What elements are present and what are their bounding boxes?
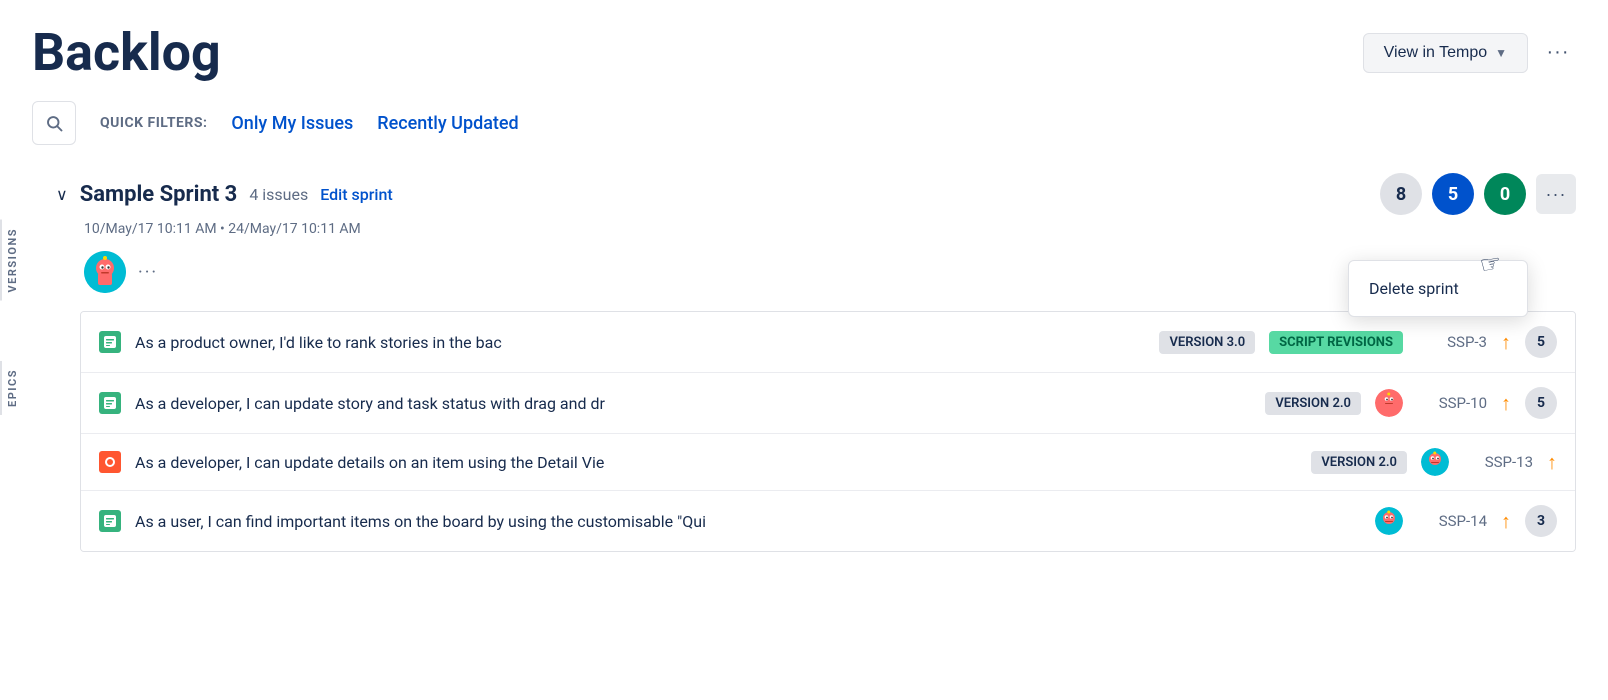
epics-label: EPICS: [0, 361, 23, 415]
table-row[interactable]: As a developer, I can update story and t…: [81, 373, 1575, 434]
issues-table: As a product owner, I'd like to rank sto…: [80, 311, 1576, 552]
avatar[interactable]: [84, 251, 126, 293]
avatar: [1421, 448, 1449, 476]
table-row[interactable]: As a user, I can find important items on…: [81, 491, 1575, 551]
recently-updated-filter[interactable]: Recently Updated: [377, 113, 518, 134]
issue-summary: As a developer, I can update details on …: [135, 453, 1297, 472]
issue-id: SSP-13: [1463, 453, 1533, 471]
quick-filters-label: QUICK FILTERS:: [100, 115, 207, 131]
avatar: [1375, 507, 1403, 535]
priority-icon: ↑: [1501, 509, 1511, 534]
sprint-name: Sample Sprint 3: [80, 182, 238, 207]
issue-summary: As a developer, I can update story and t…: [135, 394, 1251, 413]
view-in-tempo-button[interactable]: View in Tempo ▼: [1363, 33, 1528, 73]
header-actions: View in Tempo ▼ ···: [1363, 33, 1576, 73]
filters-row: QUICK FILTERS: Only My Issues Recently U…: [32, 101, 1576, 145]
priority-icon: ↑: [1501, 391, 1511, 416]
issue-id: SSP-3: [1417, 333, 1487, 351]
story-icon-svg: [103, 335, 117, 349]
search-icon: [45, 114, 63, 132]
header-row: Backlog View in Tempo ▼ ···: [32, 24, 1576, 81]
version-badge[interactable]: VERSION 2.0: [1311, 451, 1407, 474]
more-options-dots[interactable]: ···: [138, 262, 158, 283]
sprint-badge-gray: 8: [1380, 173, 1422, 215]
issue-type-bug-icon: [99, 451, 121, 473]
sprint-header-left: ∨ Sample Sprint 3 4 issues Edit sprint: [56, 182, 393, 207]
sprint-more-button[interactable]: ···: [1536, 174, 1576, 214]
main-container: VERSIONS EPICS Backlog View in Tempo ▼ ·…: [0, 0, 1608, 552]
view-in-tempo-label: View in Tempo: [1384, 44, 1487, 62]
sprint-section: ∨ Sample Sprint 3 4 issues Edit sprint 8…: [56, 173, 1576, 552]
avatar-small-teal: [1421, 448, 1449, 476]
table-row[interactable]: As a developer, I can update details on …: [81, 434, 1575, 491]
sprint-badge-green: 0: [1484, 173, 1526, 215]
sprint-issues-count: 4 issues: [249, 185, 308, 204]
issue-id: SSP-14: [1417, 512, 1487, 530]
story-icon-svg: [103, 396, 117, 410]
story-icon-svg: [103, 514, 117, 528]
version-badge[interactable]: VERSION 3.0: [1159, 331, 1255, 354]
side-labels: VERSIONS EPICS: [0, 220, 23, 415]
issue-type-story-icon: [99, 331, 121, 353]
sprint-header-right: 8 5 0 ···: [1380, 173, 1576, 215]
epic-badge[interactable]: SCRIPT REVISIONS: [1269, 331, 1403, 354]
header-more-dots: ···: [1547, 41, 1570, 64]
version-badge[interactable]: VERSION 2.0: [1265, 392, 1361, 415]
issue-id: SSP-10: [1417, 394, 1487, 412]
priority-icon: ↑: [1547, 450, 1557, 475]
sprint-dates: 10/May/17 10:11 AM • 24/May/17 10:11 AM: [84, 221, 1576, 237]
avatar: [1375, 389, 1403, 417]
table-row[interactable]: As a product owner, I'd like to rank sto…: [81, 312, 1575, 373]
bug-icon-svg: [103, 455, 117, 469]
header-more-button[interactable]: ···: [1540, 35, 1576, 71]
issue-type-story-icon: [99, 510, 121, 532]
page-title: Backlog: [32, 24, 221, 81]
chevron-down-icon: ▼: [1495, 46, 1507, 60]
issue-summary: As a product owner, I'd like to rank sto…: [135, 333, 1145, 352]
avatar-image: [84, 251, 126, 293]
sprint-collapse-icon[interactable]: ∨: [56, 185, 68, 204]
priority-icon: ↑: [1501, 330, 1511, 355]
search-button[interactable]: [32, 101, 76, 145]
avatar-small-teal2: [1375, 507, 1403, 535]
story-points: 5: [1525, 387, 1557, 419]
avatar-small: [1375, 389, 1403, 417]
issue-type-story-icon: [99, 392, 121, 414]
only-my-issues-filter[interactable]: Only My Issues: [231, 113, 353, 134]
story-points: 3: [1525, 505, 1557, 537]
edit-sprint-link[interactable]: Edit sprint: [320, 185, 392, 204]
story-points: 5: [1525, 326, 1557, 358]
sprint-more-dots: ···: [1546, 184, 1567, 205]
sprint-header: ∨ Sample Sprint 3 4 issues Edit sprint 8…: [56, 173, 1576, 215]
sprint-badge-blue: 5: [1432, 173, 1474, 215]
versions-label: VERSIONS: [0, 220, 23, 301]
issue-summary: As a user, I can find important items on…: [135, 512, 1361, 531]
